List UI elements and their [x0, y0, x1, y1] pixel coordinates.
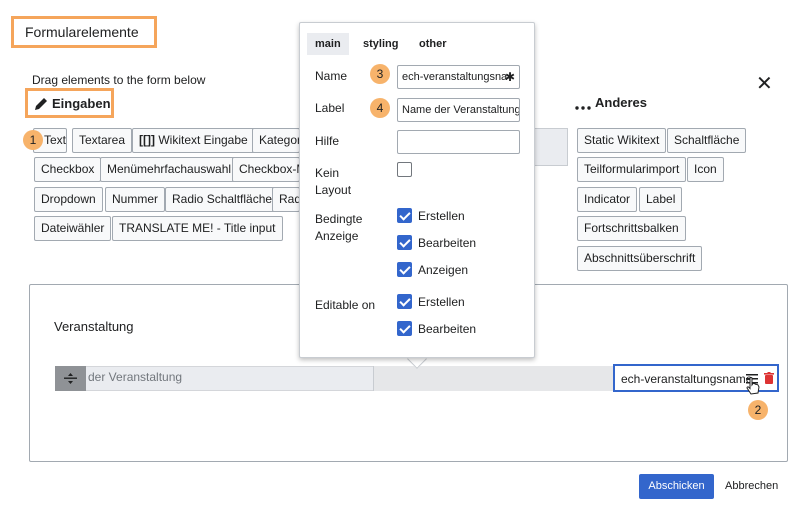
step-badge-4: 4	[370, 98, 390, 118]
page-title: Formularelemente	[25, 24, 139, 40]
wikitext-icon: [[]]	[139, 133, 155, 147]
required-icon: ✱	[504, 70, 515, 84]
cancel-button[interactable]: Abbrechen	[725, 480, 778, 492]
conditional-edit-checkbox[interactable]	[397, 235, 412, 250]
chip-file-picker[interactable]: Dateiwähler	[34, 216, 112, 241]
other-group-label: Anderes	[595, 95, 648, 110]
chip-radio-button[interactable]: Radio Schaltfläche	[165, 187, 280, 212]
section-title: Veranstaltung	[54, 319, 134, 334]
no-layout-label: Kein Layout	[315, 166, 352, 197]
ellipsis-icon	[575, 100, 591, 110]
editable-create-checkbox[interactable]	[397, 294, 412, 309]
conditional-edit-label: Bearbeiten	[418, 236, 477, 250]
drag-handle-icon	[64, 373, 77, 384]
title-highlight: Formularelemente	[11, 16, 157, 48]
delete-icon[interactable]	[764, 372, 774, 384]
conditional-view-label: Anzeigen	[418, 263, 469, 277]
chip-dropdown[interactable]: Dropdown	[34, 187, 103, 212]
chip-label[interactable]: Label	[639, 187, 683, 212]
step-badge-3: 3	[370, 64, 390, 84]
inputs-group-label: Eingaben	[52, 96, 111, 111]
chip-title-input[interactable]: TRANSLATE ME! - Title input	[112, 216, 283, 241]
chip-textarea[interactable]: Textarea	[72, 128, 133, 153]
chip-indicator[interactable]: Indicator	[577, 187, 638, 212]
editable-edit-label: Bearbeiten	[418, 322, 477, 336]
conditional-create-label: Erstellen	[418, 209, 465, 223]
name-label: Name	[315, 69, 348, 83]
help-input[interactable]	[397, 130, 520, 154]
chip-multiselect[interactable]: Menümehrfachauswahl	[100, 157, 239, 182]
tab-main[interactable]: main	[307, 33, 349, 55]
selected-field-name: ech-veranstaltungsname	[621, 372, 753, 386]
conditional-display-label: Bedingte Anzeige	[315, 212, 363, 243]
editable-edit-checkbox[interactable]	[397, 321, 412, 336]
field-settings-popup: main styling other Name 3 ech-veranstalt…	[299, 22, 535, 358]
step-badge-2: 2	[748, 400, 768, 420]
drag-hint: Drag elements to the form below	[32, 73, 206, 87]
editable-on-label: Editable on	[315, 298, 376, 312]
conditional-create-checkbox[interactable]	[397, 208, 412, 223]
chip-icon[interactable]: Icon	[687, 157, 724, 182]
no-layout-checkbox[interactable]	[397, 162, 412, 177]
row-input-preview	[373, 366, 613, 391]
label-label: Label	[315, 101, 345, 115]
row-label: der Veranstaltung	[88, 370, 183, 384]
submit-button[interactable]: Abschicken	[639, 474, 714, 499]
chip-checkbox[interactable]: Checkbox	[34, 157, 102, 182]
chip-subform-import[interactable]: Teilformularimport	[577, 157, 687, 182]
close-icon[interactable]: ✕	[756, 74, 773, 94]
chip-number[interactable]: Nummer	[105, 187, 166, 212]
label-input[interactable]: Name der Veranstaltung	[397, 98, 520, 122]
name-input[interactable]: ech-veranstaltungsna ✱	[397, 65, 520, 89]
drag-handle[interactable]	[55, 366, 86, 391]
conditional-view-checkbox[interactable]	[397, 262, 412, 277]
tab-other[interactable]: other	[411, 33, 455, 55]
tab-styling[interactable]: styling	[355, 33, 406, 55]
step-badge-1: 1	[23, 130, 43, 150]
chip-static-wikitext[interactable]: Static Wikitext	[577, 128, 667, 153]
pointer-cursor-icon	[746, 377, 760, 395]
chip-checkbox-multi[interactable]: Checkbox-M	[232, 157, 300, 182]
help-label: Hilfe	[315, 134, 340, 148]
chip-progress-bar[interactable]: Fortschrittsbalken	[577, 216, 686, 241]
chip-category[interactable]: Kategor	[252, 128, 300, 153]
inputs-group-highlight: Eingaben	[25, 88, 114, 118]
chip-wikitext-input[interactable]: [[]] Wikitext Eingabe	[132, 128, 255, 153]
chip-radio-2[interactable]: Rad	[272, 187, 300, 212]
pencil-icon	[33, 96, 49, 112]
chip-section-heading[interactable]: Abschnittsüberschrift	[577, 246, 703, 271]
editable-create-label: Erstellen	[418, 295, 465, 309]
chip-button[interactable]: Schaltfläche	[667, 128, 747, 153]
